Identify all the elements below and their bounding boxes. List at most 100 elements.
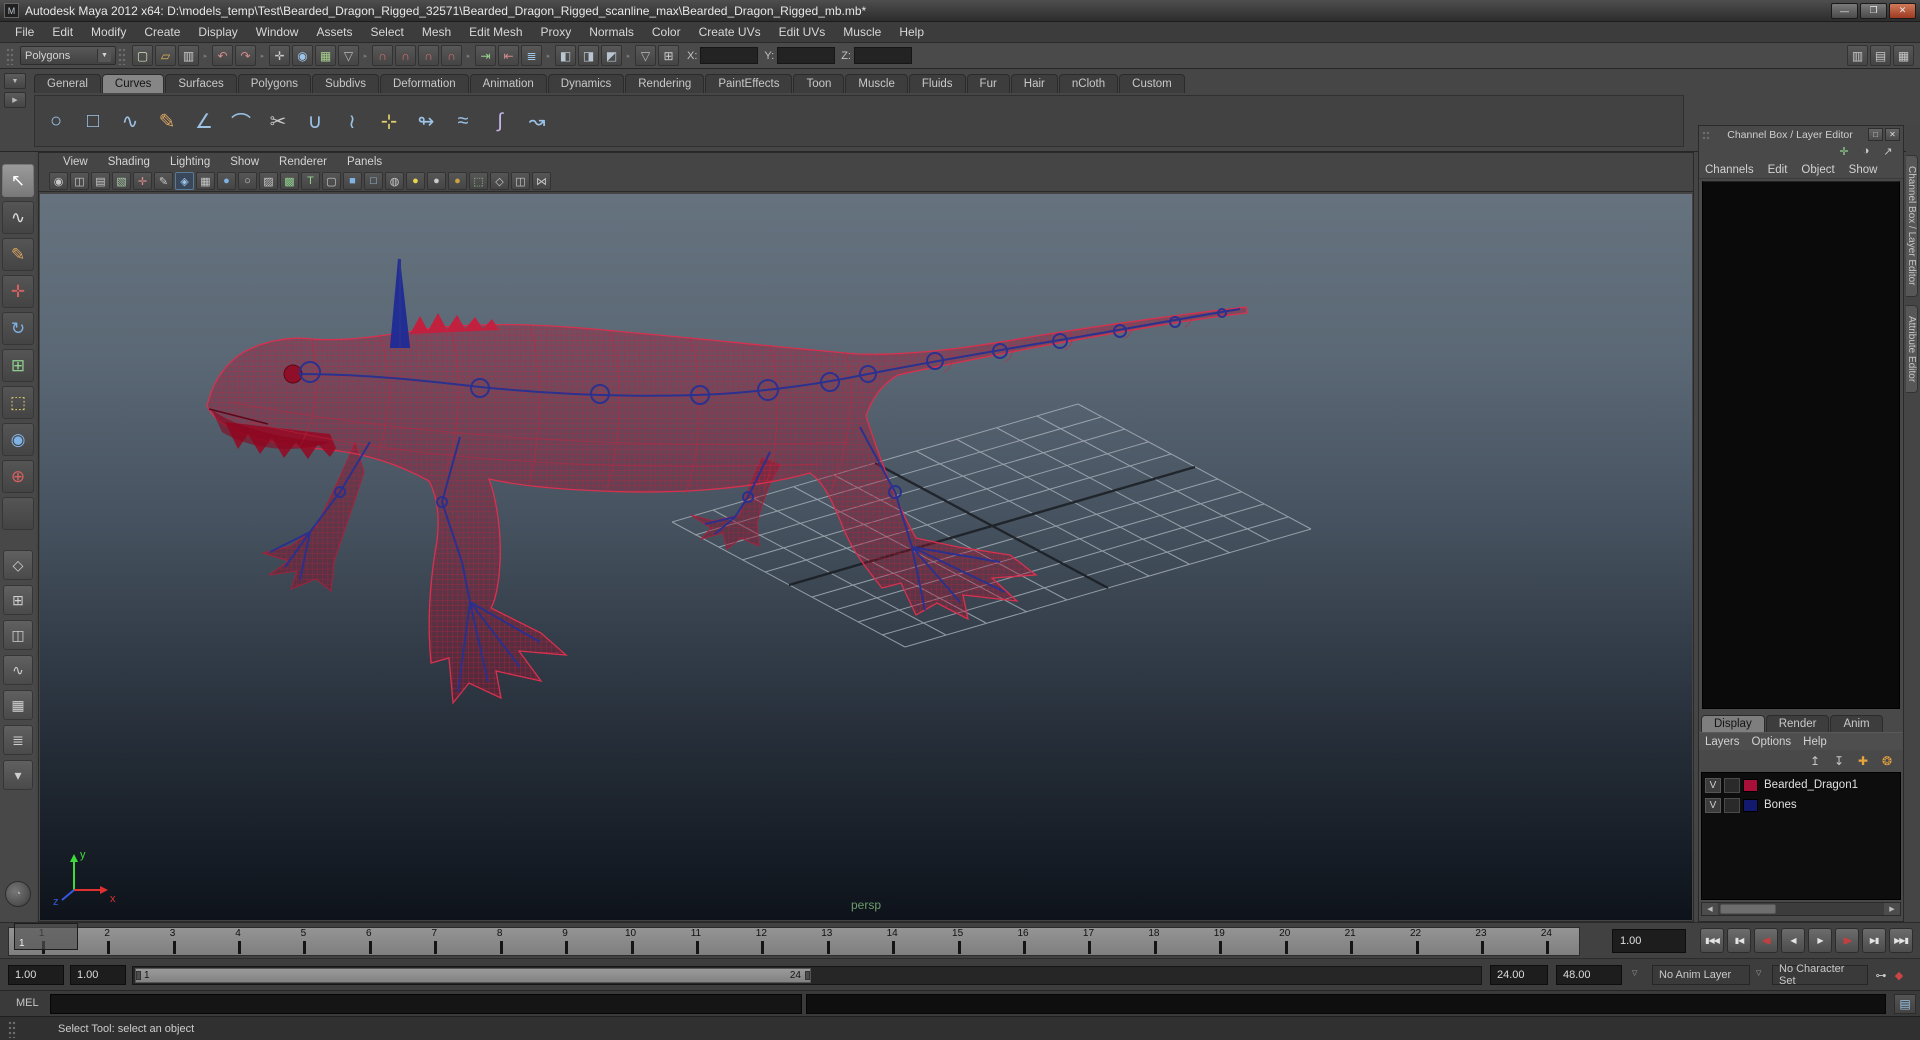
scroll-right-button[interactable]: ▶	[1884, 903, 1900, 915]
symmetry-icon[interactable]: ⊞	[658, 45, 679, 66]
layer-editor-menu-item[interactable]: Options	[1752, 736, 1792, 748]
frame-cell[interactable]: 11	[663, 928, 728, 955]
redo-icon[interactable]: ↷	[235, 45, 256, 66]
scroll-left-button[interactable]: ◀	[1702, 903, 1718, 915]
frame-cell[interactable]: 17	[1056, 928, 1121, 955]
isolate-select-icon[interactable]: ▢	[322, 172, 341, 190]
grease-pencil-icon[interactable]: ✎	[154, 172, 173, 190]
xray-joints-icon[interactable]: □	[364, 172, 383, 190]
shelf-tab[interactable]: Dynamics	[547, 74, 625, 93]
shelf-tab[interactable]: Subdivs	[312, 74, 379, 93]
share-view-icon[interactable]: ⋈	[532, 172, 551, 190]
menu-item[interactable]: Window	[247, 23, 308, 41]
layer-editor-tab[interactable]: Display	[1701, 715, 1765, 732]
shelf-tab[interactable]: Muscle	[845, 74, 908, 93]
select-object-icon[interactable]: ◉	[292, 45, 313, 66]
group-separator[interactable]: ▸	[624, 45, 633, 66]
file-save-icon[interactable]: ▥	[178, 45, 199, 66]
render-current-frame-icon[interactable]: ◧	[555, 45, 576, 66]
group-separator[interactable]: ▸	[544, 45, 553, 66]
select-hierarchy-icon[interactable]: ✛	[269, 45, 290, 66]
coord-input[interactable]	[700, 47, 759, 64]
snap-grid-icon[interactable]: ∩	[372, 45, 393, 66]
mel-input[interactable]	[50, 994, 802, 1014]
selection-mask-dropdown[interactable]: ▽	[338, 45, 359, 66]
menu-item[interactable]: Edit	[43, 23, 82, 41]
shelf-tab-button[interactable]: ▶	[4, 92, 26, 108]
frame-cell[interactable]: 10	[598, 928, 663, 955]
new-empty-layer-icon[interactable]: ✚	[1853, 752, 1873, 770]
default-material-icon[interactable]: ○	[238, 172, 257, 190]
open-close-curve-icon[interactable]: ∪	[298, 104, 332, 138]
shelf-tab[interactable]: Fur	[966, 74, 1010, 93]
play-forwards-button[interactable]: ▶	[1808, 928, 1832, 953]
frame-cell[interactable]: 23	[1448, 928, 1513, 955]
shelf-tab[interactable]: nCloth	[1058, 74, 1119, 93]
layout-four-pane-button[interactable]: ⊞	[3, 585, 33, 615]
set-key-icon[interactable]: ⊶	[1872, 966, 1890, 984]
curve-fillet-icon[interactable]: ≀	[335, 104, 369, 138]
frame-cell[interactable]: 21	[1317, 928, 1382, 955]
group-separator[interactable]: ▸	[201, 45, 210, 66]
scale-tool[interactable]: ⊞	[2, 349, 34, 382]
playback-start-field[interactable]: 1.00	[70, 965, 126, 985]
current-time-field[interactable]: 1.00	[1612, 929, 1686, 953]
scrollbar-thumb[interactable]	[1720, 904, 1776, 914]
layout-single-pane-button[interactable]: ◇	[3, 550, 33, 580]
anim-layer-selector[interactable]: No Anim Layer	[1652, 965, 1750, 985]
ipr-render-icon[interactable]: ◨	[578, 45, 599, 66]
animation-end-field[interactable]: 48.00	[1556, 965, 1622, 985]
frame-cell[interactable]: 12	[729, 928, 794, 955]
drag-grip[interactable]	[118, 46, 126, 65]
image-plane-icon[interactable]: ▧	[112, 172, 131, 190]
panel-menu-item[interactable]: Show	[220, 155, 269, 169]
snap-plane-icon[interactable]: ∩	[441, 45, 462, 66]
channel-box-menu-item[interactable]: Edit	[1768, 164, 1788, 176]
undo-icon[interactable]: ↶	[212, 45, 233, 66]
layer-row[interactable]: V Bones	[1702, 795, 1900, 815]
frame-cell[interactable]: 15	[925, 928, 990, 955]
panel-float-button[interactable]: □	[1868, 128, 1883, 141]
script-editor-icon[interactable]: ▤	[1894, 994, 1916, 1014]
step-back-key-button[interactable]: ◀▮	[1754, 928, 1778, 953]
chevron-down-icon[interactable]: ▽	[1756, 969, 1761, 977]
select-tool[interactable]: ↖	[2, 164, 34, 197]
auto-keyframe-icon[interactable]: ◆	[1890, 966, 1908, 984]
lasso-select-tool[interactable]: ∿	[2, 201, 34, 234]
frame-cell[interactable]: 5	[271, 928, 336, 955]
render-settings-icon[interactable]: ◩	[601, 45, 622, 66]
layer-visibility-toggle[interactable]: V	[1705, 777, 1721, 793]
frame-cell[interactable]: 7	[402, 928, 467, 955]
move-manipulator-speed-icon[interactable]: ✛	[1835, 143, 1853, 159]
use-default-material-icon[interactable]: ◍	[385, 172, 404, 190]
layer-editor-menu-item[interactable]: Help	[1803, 736, 1827, 748]
channel-box-menu-item[interactable]: Channels	[1705, 164, 1754, 176]
layer-scrollbar[interactable]: ◀ ▶	[1701, 902, 1901, 916]
layer-color-swatch[interactable]	[1743, 778, 1758, 792]
frame-cell[interactable]: 16	[990, 928, 1055, 955]
panel-header[interactable]: Channel Box / Layer Editor □ ✕	[1699, 126, 1903, 143]
default-light-icon[interactable]: ●	[427, 172, 446, 190]
paint-selection-tool[interactable]: ✎	[2, 238, 34, 271]
move-tool[interactable]: ✛	[2, 275, 34, 308]
frame-cell[interactable]: 14	[859, 928, 924, 955]
menu-item[interactable]: File	[6, 23, 43, 41]
hyperbolic-speed-icon[interactable]: ↗	[1879, 143, 1897, 159]
camera-attributes-icon[interactable]: ◫	[70, 172, 89, 190]
shelf-tab[interactable]: Deformation	[379, 74, 469, 93]
rebuild-curve-icon[interactable]: ∫	[483, 104, 517, 138]
range-start-handle[interactable]	[136, 971, 141, 980]
shelf-tab[interactable]: PaintEffects	[705, 74, 793, 93]
xray-icon[interactable]: ■	[343, 172, 362, 190]
cv-curve-tool-icon[interactable]: ∿	[113, 104, 147, 138]
textured-mode-icon[interactable]: T	[301, 172, 320, 190]
panel-layout-icon[interactable]: ◇	[490, 172, 509, 190]
shelf-tab[interactable]: Toon	[793, 74, 845, 93]
channel-box-menu-item[interactable]: Object	[1801, 164, 1834, 176]
menu-item[interactable]: Mesh	[413, 23, 460, 41]
file-open-icon[interactable]: ▱	[155, 45, 176, 66]
menu-set-selector[interactable]: Polygons ▼	[20, 46, 116, 65]
project-curve-icon[interactable]: ↝	[520, 104, 554, 138]
frame-cell[interactable]: 24	[1514, 928, 1579, 955]
menu-item[interactable]: Display	[189, 23, 246, 41]
